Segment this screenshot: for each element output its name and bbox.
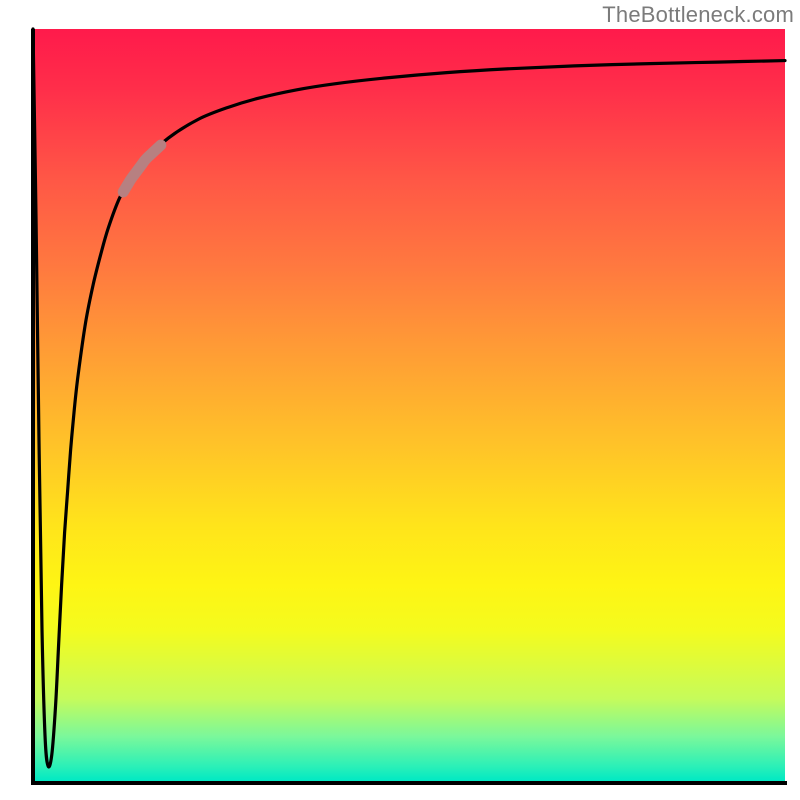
plot-svg [33, 29, 785, 781]
attribution-text: TheBottleneck.com [602, 2, 794, 28]
chart-canvas: TheBottleneck.com [0, 0, 800, 800]
highlight-segment [123, 145, 161, 192]
data-curve [33, 29, 785, 767]
x-axis-line [31, 781, 787, 785]
